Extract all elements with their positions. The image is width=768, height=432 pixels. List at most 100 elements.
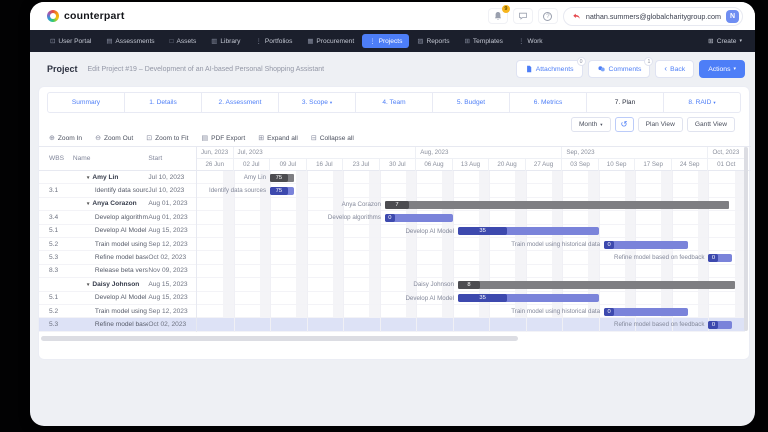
notification-badge: 9	[502, 5, 510, 13]
column-header-wbs[interactable]: WBS	[39, 155, 73, 162]
tab-label: 5. Budget	[457, 99, 485, 106]
horizontal-scrollbar[interactable]	[41, 336, 518, 341]
timeline-header: Jun, 2023Jul, 2023Aug, 2023Sep, 2023Oct,…	[197, 147, 745, 170]
toolbar-label: Zoom In	[58, 135, 82, 142]
cell-name: Develop AI Model	[73, 294, 149, 301]
plan-view-button[interactable]: Plan View	[638, 117, 683, 132]
collapse-caret-icon[interactable]: ▾	[87, 201, 90, 207]
nav-item-portfolios[interactable]: ⋮Portfolios	[248, 34, 299, 48]
bar-task-label: Amy Lin	[244, 171, 266, 184]
nav-item-procurement[interactable]: ▦Procurement	[300, 34, 361, 48]
bar-task-label: Anya Corazon	[342, 198, 381, 211]
expand-all-icon: ⊞	[258, 134, 264, 142]
refresh-button[interactable]: ↺	[615, 117, 634, 132]
gantt-bar-task[interactable]: 0	[385, 214, 453, 222]
chevron-down-icon: ▾	[600, 122, 602, 128]
cell-wbs: 5.3	[39, 254, 73, 261]
tab-3-scope[interactable]: 3. Scope▾	[279, 93, 356, 112]
gantt-bar-task[interactable]: 0	[708, 254, 731, 262]
tab-1-details[interactable]: 1. Details	[125, 93, 202, 112]
nav-item-library[interactable]: ▥Library	[204, 34, 247, 48]
tab-7-plan[interactable]: 7. Plan	[587, 93, 664, 112]
gantt-bar-task[interactable]: 0	[708, 321, 731, 329]
timescale-dropdown[interactable]: Month ▾	[571, 117, 611, 132]
timeline-row[interactable]	[197, 211, 745, 224]
nav-item-projects[interactable]: ⋮Projects	[362, 34, 409, 48]
back-label: Back	[670, 66, 685, 73]
table-row[interactable]: 5.2Train model using hi...Sep 12, 2023	[39, 305, 196, 318]
notifications-button[interactable]: 9	[488, 8, 508, 24]
nav-item-label: Work	[527, 38, 542, 45]
vertical-scrollbar[interactable]	[744, 147, 748, 331]
cell-name: Refine model based ...	[73, 321, 149, 328]
table-row[interactable]: 5.3Refine model based ...Oct 02, 2023	[39, 318, 196, 331]
messages-button[interactable]	[513, 8, 533, 24]
gantt-bar-task[interactable]: 35	[458, 294, 599, 302]
nav-item-label: Templates	[473, 38, 503, 45]
table-row[interactable]: 5.1Develop AI ModelAug 15, 2023	[39, 292, 196, 305]
group-row[interactable]: ▾Daisy JohnsonAug 15, 2023	[39, 278, 196, 291]
table-row[interactable]: 5.3Refine model based ...Oct 02, 2023	[39, 251, 196, 264]
account-menu[interactable]: nathan.summers@globalcharitygroup.com N	[563, 7, 743, 26]
reports-icon: ▨	[417, 37, 423, 45]
zoom-out-button[interactable]: ⊖Zoom Out	[95, 134, 133, 142]
tab-8-raid[interactable]: 8. RAID▾	[664, 93, 740, 112]
cell-name: Release beta version	[73, 267, 149, 274]
gantt-view-button[interactable]: Gantt View	[687, 117, 735, 132]
gantt-bar-task[interactable]: 35	[458, 227, 599, 235]
page-title: Project	[47, 64, 78, 74]
logo-text: counterpart	[64, 10, 125, 22]
collapse-caret-icon[interactable]: ▾	[87, 175, 90, 181]
actions-button[interactable]: Actions ▾	[699, 60, 745, 78]
expand-all-button[interactable]: ⊞Expand all	[258, 134, 298, 142]
collapse-caret-icon[interactable]: ▾	[87, 282, 90, 288]
tab-6-metrics[interactable]: 6. Metrics	[510, 93, 587, 112]
bar-task-label: Refine model based on feedback	[614, 318, 704, 331]
group-row[interactable]: ▾Anya CorazonAug 01, 2023	[39, 198, 196, 211]
tab-2-assessment[interactable]: 2. Assessment	[202, 93, 279, 112]
tab-label: 6. Metrics	[534, 99, 563, 106]
gantt-bar-task[interactable]: 0	[604, 308, 688, 316]
nav-item-user-portal[interactable]: ⊡User Portal	[43, 34, 98, 48]
gantt-bar-task[interactable]: 0	[604, 241, 688, 249]
attachments-label: Attachments	[536, 66, 574, 73]
table-row[interactable]: 5.2Train model using hi...Sep 12, 2023	[39, 238, 196, 251]
zoom-in-button[interactable]: ⊕Zoom In	[49, 134, 82, 142]
tab-4-team[interactable]: 4. Team	[356, 93, 433, 112]
table-row[interactable]: 8.3Release beta versionNov 09, 2023	[39, 265, 196, 278]
group-row[interactable]: ▾Amy LinJul 10, 2023	[39, 171, 196, 184]
table-row[interactable]: 3.1Identify data sourcesJul 10, 2023	[39, 184, 196, 197]
nav-item-reports[interactable]: ▨Reports	[410, 34, 456, 48]
gantt-bar-task[interactable]: 75	[270, 187, 293, 195]
tab-summary[interactable]: Summary	[48, 93, 125, 112]
week-header-cell: 24 Sep	[672, 159, 709, 171]
week-gridline	[270, 171, 271, 332]
create-button[interactable]: ⊞ Create ▾	[708, 37, 742, 45]
reply-arrow-icon	[572, 12, 581, 21]
tab-5-budget[interactable]: 5. Budget	[433, 93, 510, 112]
chevron-left-icon: ‹	[664, 66, 667, 72]
zoom-to-fit-button[interactable]: ⊡Zoom to Fit	[146, 134, 188, 142]
collapse-all-button[interactable]: ⊟Collapse all	[311, 134, 354, 142]
nav-item-templates[interactable]: ⊞Templates	[458, 34, 510, 48]
timeline-row[interactable]	[197, 265, 745, 278]
chevron-down-icon: ▾	[733, 66, 736, 72]
comments-button[interactable]: Comments 1	[588, 60, 651, 78]
gantt-bar-group[interactable]: 8	[458, 281, 735, 289]
column-header-start[interactable]: Start	[148, 155, 196, 162]
gantt-bar-group[interactable]: 75	[270, 174, 293, 182]
nav-item-assets[interactable]: □Assets	[163, 34, 204, 48]
attachments-button[interactable]: Attachments 0	[516, 60, 583, 78]
table-row[interactable]: 3.4Develop algorithmsAug 01, 2023	[39, 211, 196, 224]
pdf-export-button[interactable]: ▤PDF Export	[201, 134, 245, 142]
column-header-name[interactable]: Name	[73, 155, 148, 162]
help-button[interactable]: ?	[538, 8, 558, 24]
table-row[interactable]: 5.1Develop AI ModelAug 15, 2023	[39, 225, 196, 238]
back-button[interactable]: ‹ Back	[655, 60, 694, 78]
progress-fill: 75	[270, 174, 288, 182]
cell-name: ▾Anya Corazon	[73, 200, 149, 207]
nav-item-assessments[interactable]: ▤Assessments	[99, 34, 161, 48]
gantt-bar-group[interactable]: 7	[385, 201, 729, 209]
nav-item-work[interactable]: ⋮Work	[511, 34, 550, 48]
progress-fill: 75	[270, 187, 288, 195]
